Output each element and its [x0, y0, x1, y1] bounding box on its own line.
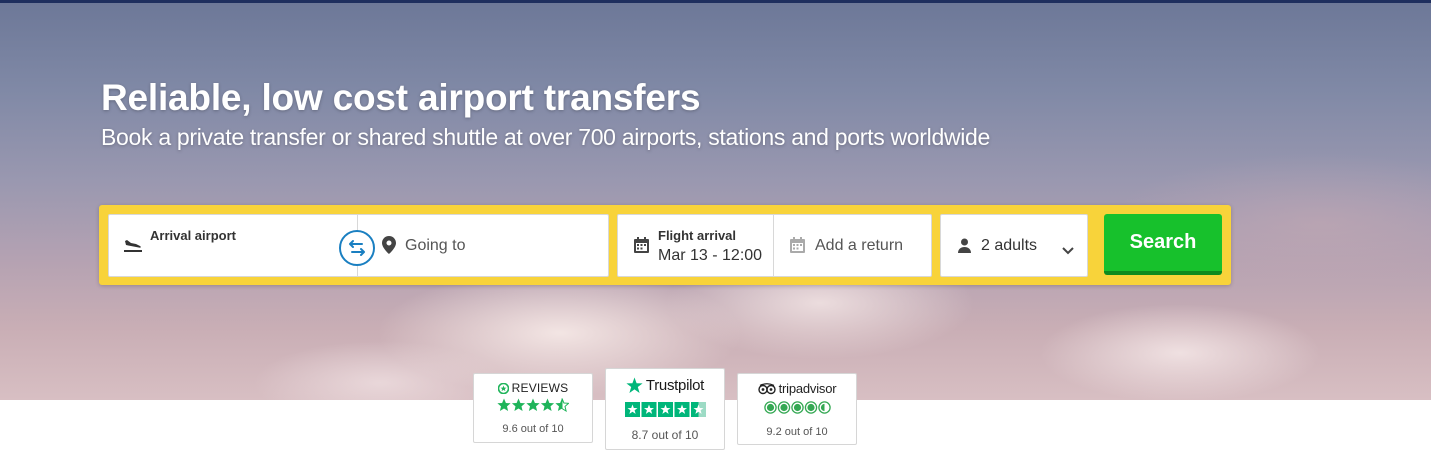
tripadvisor-badge[interactable]: tripadvisor 9.2 out of 10: [737, 373, 857, 445]
trustpilot-star-icon: [626, 377, 643, 393]
going-to-field[interactable]: Going to: [357, 214, 609, 277]
trustpilot-score: 8.7 out of 10: [631, 428, 699, 442]
trustpilot-badge[interactable]: Trustpilot 8.7 out of 10: [605, 368, 725, 450]
arrival-airport-label: Arrival airport: [150, 228, 236, 243]
flight-arrival-field[interactable]: Flight arrival Mar 13 - 12:00: [617, 214, 774, 277]
swap-locations-button[interactable]: [339, 230, 375, 266]
add-return-field[interactable]: Add a return: [773, 214, 932, 277]
location-pin-icon: [382, 236, 396, 259]
swap-arrows-icon: [349, 240, 365, 256]
reviews-logo-icon: [497, 382, 509, 394]
hero-subtitle: Book a private transfer or shared shuttl…: [101, 124, 991, 150]
passengers-select[interactable]: 2 adults: [940, 214, 1088, 277]
search-form: Arrival airport Going to Flight arrival …: [99, 205, 1231, 285]
person-icon: [958, 238, 971, 258]
tripadvisor-score: 9.2 out of 10: [766, 426, 828, 438]
going-to-placeholder: Going to: [405, 237, 466, 254]
plane-landing-icon: [123, 237, 143, 258]
flight-arrival-label: Flight arrival: [658, 228, 737, 243]
reviews-brand: REVIEWS: [511, 381, 569, 395]
tripadvisor-brand: tripadvisor: [778, 381, 837, 396]
hero-banner: Reliable, low cost airport transfers Boo…: [0, 3, 1431, 400]
trustpilot-stars: [625, 402, 706, 422]
reviews-score: 9.6 out of 10: [502, 423, 564, 435]
flight-arrival-value: Mar 13 - 12:00: [658, 247, 763, 264]
calendar-icon: [790, 237, 805, 258]
reviews-stars: [497, 398, 569, 412]
calendar-icon: [634, 237, 649, 258]
chevron-down-icon: [1062, 242, 1074, 260]
tripadvisor-owl-icon: [757, 382, 776, 394]
tripadvisor-bubbles: [764, 401, 832, 419]
trustpilot-brand: Trustpilot: [645, 377, 705, 394]
add-return-placeholder: Add a return: [815, 237, 904, 254]
search-button[interactable]: Search: [1104, 214, 1222, 275]
arrival-airport-field[interactable]: Arrival airport: [108, 214, 358, 277]
hero-title: Reliable, low cost airport transfers: [101, 77, 701, 118]
reviews-badge[interactable]: REVIEWS 9.6 out of 10: [473, 373, 593, 443]
passengers-value: 2 adults: [981, 237, 1038, 254]
